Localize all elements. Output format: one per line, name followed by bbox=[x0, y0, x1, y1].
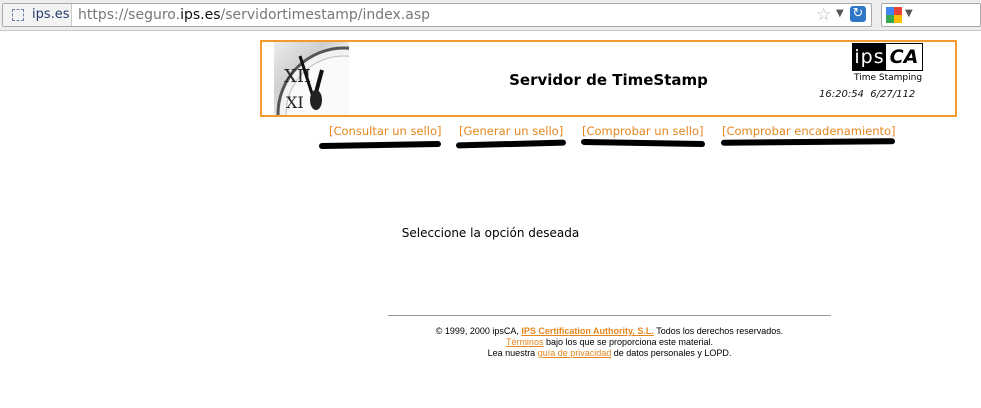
server-time: 16:20:54 bbox=[819, 89, 864, 100]
ipsca-logo: ips CA bbox=[852, 43, 923, 71]
company-link[interactable]: IPS Certification Authority, S.L. bbox=[521, 326, 654, 336]
logo-subtitle: Time Stamping bbox=[854, 73, 923, 83]
logo-ips-text: ips bbox=[853, 44, 886, 70]
page-title: Servidor de TimeStamp bbox=[509, 71, 708, 89]
redaction-stroke bbox=[318, 140, 442, 150]
url-text[interactable]: https://seguro.ips.es/servidortimestamp/… bbox=[78, 7, 430, 23]
server-date: 6/27/112 bbox=[870, 89, 916, 100]
site-identity-label: ips.es bbox=[32, 7, 70, 22]
selection-prompt: Seleccione la opción deseada bbox=[401, 226, 580, 240]
search-engine-box[interactable]: ▼ bbox=[881, 3, 981, 27]
server-datetime: 16:20:54 6/27/112 bbox=[819, 89, 915, 100]
privacy-post: de datos personales y LOPD. bbox=[611, 348, 732, 358]
copyright-pre: © 1999, 2000 ipsCA, bbox=[435, 326, 522, 336]
url-host: ips.es bbox=[180, 7, 221, 23]
bookmark-star-icon[interactable]: ☆ bbox=[816, 5, 831, 25]
footer-terms: Términos bajo los que se proporciona est… bbox=[388, 337, 831, 347]
redaction-stroke bbox=[580, 138, 706, 148]
logo-ca-text: CA bbox=[886, 44, 922, 70]
nav-comprobar-encadenamiento[interactable]: [Comprobar encadenamiento] bbox=[722, 124, 896, 138]
nav-generar-sello[interactable]: [Generar un sello] bbox=[459, 124, 563, 138]
redaction-stroke bbox=[455, 139, 567, 149]
url-path: /servidortimestamp/index.asp bbox=[220, 7, 431, 23]
google-search-icon[interactable] bbox=[886, 7, 902, 23]
privacy-link[interactable]: guía de privacidad bbox=[538, 348, 612, 358]
copyright-post: Todos los derechos reservados. bbox=[653, 326, 784, 336]
footer-divider bbox=[388, 315, 831, 316]
nav-consultar-sello[interactable]: [Consultar un sello] bbox=[329, 124, 441, 138]
url-prefix: https://seguro. bbox=[78, 7, 181, 23]
browser-toolbar: ips.es https://seguro.ips.es/servidortim… bbox=[0, 0, 981, 31]
reload-icon[interactable]: ↻ bbox=[850, 6, 866, 22]
address-bar[interactable]: ips.es https://seguro.ips.es/servidortim… bbox=[2, 3, 872, 27]
nav-comprobar-sello[interactable]: [Comprobar un sello] bbox=[582, 124, 704, 138]
terms-link[interactable]: Términos bbox=[506, 337, 544, 347]
chevron-down-icon[interactable]: ▼ bbox=[905, 8, 913, 19]
footer-privacy: Lea nuestra guía de privacidad de datos … bbox=[388, 348, 831, 358]
site-identity-button[interactable]: ips.es bbox=[3, 4, 72, 26]
chevron-down-icon[interactable]: ▼ bbox=[836, 8, 844, 19]
page-header: XII XI Servidor de TimeStamp ips CA Time… bbox=[260, 40, 957, 117]
svg-text:XI: XI bbox=[286, 93, 304, 112]
terms-post: bajo los que se proporciona este materia… bbox=[543, 337, 714, 347]
footer-copyright: © 1999, 2000 ipsCA, IPS Certification Au… bbox=[388, 326, 831, 336]
redaction-stroke bbox=[720, 138, 896, 146]
privacy-pre: Lea nuestra bbox=[487, 348, 538, 358]
page-icon bbox=[12, 9, 24, 21]
